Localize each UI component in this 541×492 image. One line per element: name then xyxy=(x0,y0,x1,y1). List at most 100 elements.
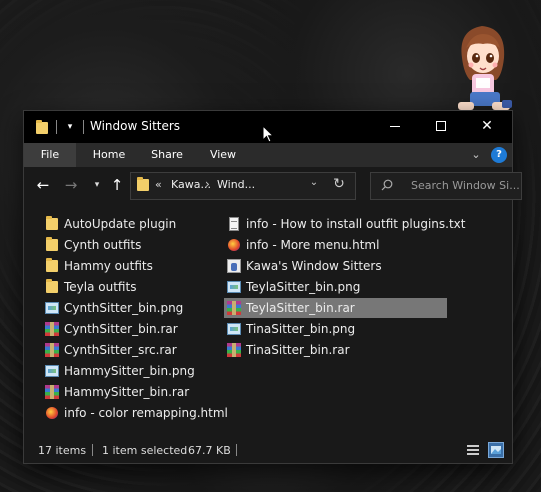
png-file-icon xyxy=(226,279,242,295)
list-item[interactable]: info - color remapping.html xyxy=(44,403,228,423)
tab-share[interactable]: Share xyxy=(140,143,194,167)
arrow-right-icon: → xyxy=(64,176,78,194)
separator-icon xyxy=(56,120,57,134)
breadcrumb-separator[interactable]: › xyxy=(205,177,210,191)
maximize-button[interactable] xyxy=(418,111,464,141)
close-button[interactable]: ✕ xyxy=(464,111,510,141)
file-name: CynthSitter_bin.rar xyxy=(64,322,178,336)
list-item[interactable]: TinaSitter_bin.rar xyxy=(226,340,350,360)
file-name: Hammy outfits xyxy=(64,259,153,273)
status-divider xyxy=(92,444,93,456)
list-item[interactable]: Hammy outfits xyxy=(44,256,153,276)
help-icon: ? xyxy=(496,149,502,160)
file-name: Teyla outfits xyxy=(64,280,137,294)
list-item[interactable]: info - How to install outfit plugins.txt xyxy=(226,214,465,234)
status-divider xyxy=(236,444,237,456)
png-file-icon xyxy=(44,363,60,379)
rar-archive-icon xyxy=(44,342,60,358)
folder-icon xyxy=(44,279,60,295)
refresh-button[interactable]: ↻ xyxy=(329,176,349,192)
file-name: info - More menu.html xyxy=(246,238,380,252)
mouse-cursor xyxy=(262,124,275,143)
cursor-arrow-icon xyxy=(262,124,275,143)
file-name: HammySitter_bin.rar xyxy=(64,385,190,399)
separator-icon xyxy=(83,120,84,134)
list-item[interactable]: CynthSitter_src.rar xyxy=(44,340,177,360)
rar-archive-icon xyxy=(226,342,242,358)
up-button[interactable]: ↑ xyxy=(107,175,127,195)
arrow-up-icon: ↑ xyxy=(110,176,124,194)
file-name: AutoUpdate plugin xyxy=(64,217,177,231)
selection-count: 1 item selected xyxy=(102,444,188,457)
file-name: HammySitter_bin.png xyxy=(64,364,195,378)
expand-ribbon-button[interactable]: ⌄ xyxy=(468,147,484,163)
breadcrumb-window-sitters[interactable]: Wind... xyxy=(217,178,255,191)
large-icons-view-icon xyxy=(491,446,501,454)
png-file-icon xyxy=(226,321,242,337)
selection-size: 67.7 KB xyxy=(188,444,231,457)
html-file-icon xyxy=(226,237,242,253)
back-button[interactable]: ← xyxy=(33,175,53,195)
tab-view[interactable]: View xyxy=(198,143,248,167)
list-item[interactable]: TinaSitter_bin.png xyxy=(226,319,355,339)
list-item[interactable]: Cynth outfits xyxy=(44,235,141,255)
list-item[interactable]: HammySitter_bin.png xyxy=(44,361,195,381)
maximize-icon xyxy=(436,121,446,131)
dropdown-arrow-icon[interactable]: ▾ xyxy=(63,122,77,132)
details-view-button[interactable] xyxy=(466,443,480,457)
forward-button[interactable]: → xyxy=(61,175,81,195)
folder-icon xyxy=(34,119,50,135)
file-name: CynthSitter_src.rar xyxy=(64,343,177,357)
file-name: TeylaSitter_bin.png xyxy=(246,280,361,294)
minimize-icon xyxy=(390,125,400,127)
window-title: Window Sitters xyxy=(90,119,181,133)
address-path-box[interactable]: « Kawa... › Wind... ⌄ ↻ xyxy=(130,172,356,200)
list-item[interactable]: CynthSitter_bin.png xyxy=(44,298,183,318)
rar-archive-icon xyxy=(44,384,60,400)
text-file-icon xyxy=(226,216,242,232)
minimize-button[interactable] xyxy=(372,111,418,141)
file-name: CynthSitter_bin.png xyxy=(64,301,184,315)
arrow-left-icon: ← xyxy=(36,176,50,194)
address-dropdown-button[interactable]: ⌄ xyxy=(307,177,321,188)
search-input[interactable]: Search Window Si... xyxy=(411,179,520,192)
html-file-icon xyxy=(44,405,60,421)
status-bar: 17 items 1 item selected 67.7 KB xyxy=(24,437,512,463)
large-icons-view-button[interactable] xyxy=(488,442,504,458)
address-bar-row: ← → ▾ ↑ « Kawa... › Wind... ⌄ ↻ Search W… xyxy=(24,167,522,205)
details-view-icon xyxy=(467,445,479,455)
quick-access-toolbar: ▾ xyxy=(34,119,84,135)
list-item[interactable]: CynthSitter_bin.rar xyxy=(44,319,178,339)
chevron-down-icon: ⌄ xyxy=(471,148,481,161)
png-file-icon xyxy=(44,300,60,316)
ribbon: File Home Share View ⌄ ? xyxy=(24,143,512,167)
list-item[interactable]: Teyla outfits xyxy=(44,277,136,297)
recent-locations-button[interactable]: ▾ xyxy=(87,175,107,195)
search-box[interactable]: Search Window Si... xyxy=(370,172,522,200)
close-icon: ✕ xyxy=(481,118,493,134)
list-item[interactable]: info - More menu.html xyxy=(226,235,379,255)
file-name: TinaSitter_bin.png xyxy=(246,322,356,336)
list-item-selected[interactable]: TeylaSitter_bin.rar xyxy=(224,298,447,318)
file-name: TeylaSitter_bin.rar xyxy=(246,301,355,315)
rar-archive-icon xyxy=(44,321,60,337)
tab-home[interactable]: Home xyxy=(82,143,136,167)
help-button[interactable]: ? xyxy=(491,147,507,163)
folder-icon xyxy=(135,177,151,193)
list-item[interactable]: HammySitter_bin.rar xyxy=(44,382,189,402)
item-count: 17 items xyxy=(38,444,87,457)
rar-archive-icon xyxy=(226,300,242,316)
explorer-window: ▾ Window Sitters ✕ File Home Share View … xyxy=(24,111,522,463)
file-name: info - color remapping.html xyxy=(64,406,228,420)
list-item[interactable]: Kawa's Window Sitters xyxy=(226,256,382,276)
tab-file[interactable]: File xyxy=(24,143,76,167)
path-overflow-button[interactable]: « xyxy=(155,178,162,191)
list-item[interactable]: AutoUpdate plugin xyxy=(44,214,176,234)
file-name: Kawa's Window Sitters xyxy=(246,259,382,273)
chevron-down-icon: ⌄ xyxy=(309,177,319,188)
chevron-down-icon: ▾ xyxy=(94,180,100,190)
folder-icon xyxy=(44,237,60,253)
list-item[interactable]: TeylaSitter_bin.png xyxy=(226,277,360,297)
refresh-icon: ↻ xyxy=(333,176,345,192)
file-list[interactable]: AutoUpdate plugin Cynth outfits Hammy ou… xyxy=(24,205,512,433)
